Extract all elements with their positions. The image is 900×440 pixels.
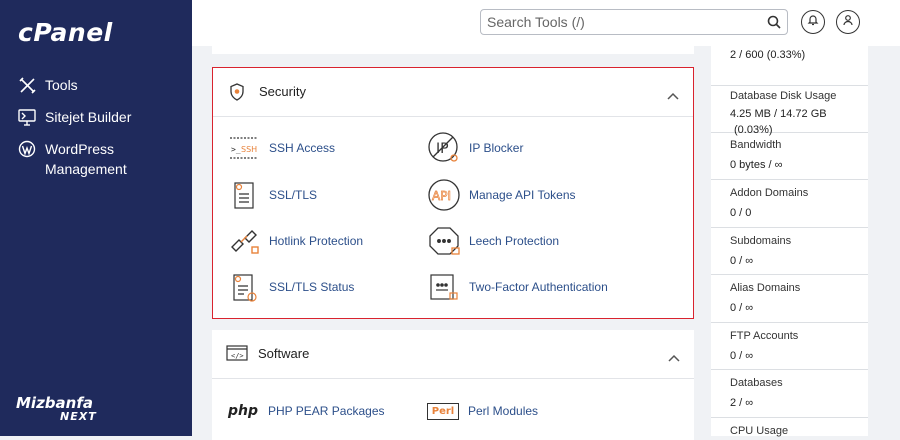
- tool-manage-api-tokens[interactable]: API Manage API Tokens: [427, 178, 576, 212]
- stat-value: 0 / 0: [730, 207, 752, 219]
- brand-suffix: NEXT: [60, 410, 97, 423]
- software-panel-header[interactable]: </> Software: [212, 330, 694, 379]
- sidebar-item-tools[interactable]: Tools: [18, 75, 155, 95]
- stat-item-alias-domains: Alias Domains 0 / ∞: [711, 274, 868, 323]
- broken-link-icon: [227, 224, 261, 258]
- sidebar-item-label: Sitejet Builder: [45, 109, 132, 125]
- tool-ssl-tls-status[interactable]: SSL/TLS Status: [227, 270, 354, 304]
- sidebar-item-label: WordPress Management: [45, 141, 127, 177]
- stat-label: Alias Domains: [730, 282, 801, 294]
- perl-icon: Perl: [426, 394, 460, 428]
- cpanel-logo[interactable]: cPanel: [18, 18, 113, 47]
- stat-label: Databases: [730, 377, 783, 389]
- panel-title: Security: [259, 84, 306, 99]
- bell-icon: [807, 13, 819, 31]
- stat-label: FTP Accounts: [730, 330, 799, 342]
- stat-label: Addon Domains: [730, 187, 809, 199]
- security-panel-header[interactable]: Security: [213, 68, 693, 117]
- stat-item-subdomains: Subdomains 0 / ∞: [711, 227, 868, 275]
- wordpress-icon: [18, 140, 36, 158]
- stat-item-database-disk-usage: Database Disk Usage 4.25 MB / 14.72 GB (…: [711, 85, 868, 136]
- svg-text:</>: </>: [231, 352, 244, 360]
- api-icon: API: [427, 178, 461, 212]
- tool-label: Two-Factor Authentication: [469, 280, 608, 294]
- tool-label: IP Blocker: [469, 141, 524, 155]
- chevron-up-icon[interactable]: [667, 87, 679, 105]
- stat-item-bandwidth: Bandwidth 0 bytes / ∞: [711, 132, 868, 180]
- tool-label: Hotlink Protection: [269, 234, 364, 248]
- stat-label: Subdomains: [730, 235, 792, 247]
- search-icon[interactable]: [767, 15, 781, 34]
- ssl-certificate-icon: [227, 178, 261, 212]
- tool-ip-blocker[interactable]: IP IP Blocker: [427, 131, 523, 165]
- tool-two-factor-authentication[interactable]: Two-Factor Authentication: [427, 270, 608, 304]
- perl-icon-text: Perl: [426, 402, 460, 420]
- sidebar-item-label: Tools: [45, 77, 78, 93]
- tool-label: SSH Access: [269, 141, 336, 155]
- stat-item-disk-partial: 2 / 600 (0.33%): [711, 46, 868, 86]
- sidebar-item-wordpress[interactable]: WordPress Management: [18, 139, 155, 179]
- leech-protection-icon: [427, 224, 461, 258]
- svg-text:>_: >_: [231, 145, 241, 154]
- tool-label: SSL/TLS Status: [269, 280, 355, 294]
- brand-name: Mizbanfa: [16, 394, 93, 412]
- ssl-status-icon: [227, 270, 261, 304]
- shield-icon: [227, 82, 247, 107]
- stat-item-ftp-accounts: FTP Accounts 0 / ∞: [711, 322, 868, 370]
- stat-value: 4.25 MB / 14.72 GB: [730, 108, 827, 120]
- chevron-up-icon[interactable]: [668, 349, 680, 367]
- tool-ssl-tls[interactable]: SSL/TLS: [227, 178, 317, 212]
- stat-value: 0 / ∞: [730, 255, 754, 267]
- tool-leech-protection[interactable]: Leech Protection: [427, 224, 559, 258]
- php-icon: php: [227, 403, 258, 419]
- panel-title: Software: [258, 346, 310, 361]
- search-box[interactable]: [480, 9, 788, 35]
- tools-icon: [18, 76, 36, 94]
- statistics-panel: 2 / 600 (0.33%) Database Disk Usage 4.25…: [711, 46, 868, 437]
- sidebar-item-sitejet[interactable]: Sitejet Builder: [18, 107, 155, 127]
- tool-hotlink-protection[interactable]: Hotlink Protection: [227, 224, 363, 258]
- software-panel: </> Software php PHP PEAR Packages Perl …: [212, 330, 694, 440]
- tool-label: Perl Modules: [468, 404, 539, 418]
- tool-label: Leech Protection: [469, 234, 560, 248]
- main-content: Security >_ SSH SSH Access IP IP Blocker…: [192, 46, 710, 440]
- user-icon: [842, 13, 854, 31]
- sitejet-icon: [18, 108, 36, 126]
- stat-value: 0 bytes / ∞: [730, 159, 783, 171]
- tool-label: SSL/TLS: [269, 188, 318, 202]
- two-factor-icon: [427, 270, 461, 304]
- tool-label: PHP PEAR Packages: [268, 404, 385, 418]
- stat-value: 0 / ∞: [730, 350, 754, 362]
- mizbanfa-brand-logo: Mizbanfa NEXT: [16, 396, 97, 424]
- stat-item-databases: Databases 2 / ∞: [711, 369, 868, 418]
- stat-item-cpu-usage: CPU Usage: [711, 417, 868, 437]
- security-panel: Security >_ SSH SSH Access IP IP Blocker…: [212, 67, 694, 319]
- tool-perl-modules[interactable]: Perl Perl Modules: [426, 394, 538, 428]
- search-input[interactable]: [487, 14, 757, 30]
- previous-panel-bottom: [212, 46, 694, 54]
- tool-ssh-access[interactable]: >_ SSH SSH Access: [227, 131, 335, 165]
- ssh-icon: >_ SSH: [227, 131, 261, 165]
- svg-text:IP: IP: [436, 141, 449, 157]
- notifications-button[interactable]: [801, 10, 825, 34]
- ip-blocker-icon: IP: [427, 131, 461, 165]
- stat-label: Database Disk Usage: [730, 90, 837, 102]
- stat-label: CPU Usage: [730, 425, 789, 437]
- user-menu-button[interactable]: [836, 10, 860, 34]
- tool-label: Manage API Tokens: [469, 188, 576, 202]
- stat-value: 2 / ∞: [730, 397, 754, 409]
- tool-php-pear-packages[interactable]: php PHP PEAR Packages: [226, 394, 385, 428]
- stat-label: Bandwidth: [730, 139, 782, 151]
- sidebar: cPanel Tools Sitejet Builder WordPress M…: [0, 0, 192, 436]
- top-header: [192, 0, 900, 46]
- stat-value: 0 / ∞: [730, 302, 754, 314]
- svg-text:SSH: SSH: [241, 145, 257, 154]
- svg-text:API: API: [432, 189, 451, 203]
- stat-value: 2 / 600 (0.33%): [730, 49, 806, 61]
- stat-item-addon-domains: Addon Domains 0 / 0: [711, 179, 868, 228]
- code-window-icon: </>: [226, 344, 248, 367]
